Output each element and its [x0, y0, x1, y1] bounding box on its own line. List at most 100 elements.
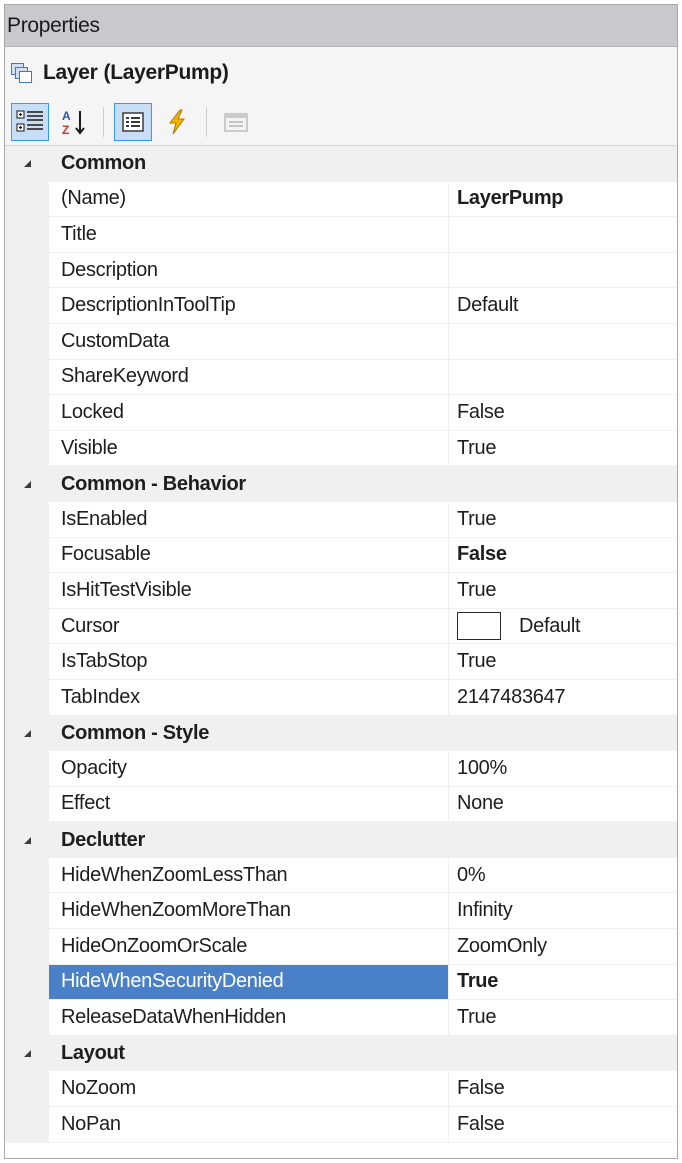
property-value[interactable]: ZoomOnly	[449, 929, 677, 965]
property-name[interactable]: HideOnZoomOrScale	[49, 929, 449, 965]
property-name[interactable]: (Name)	[49, 181, 449, 218]
property-value[interactable]: None	[449, 787, 677, 823]
property-value[interactable]: True	[449, 431, 677, 467]
property-row[interactable]: Title	[5, 217, 677, 253]
property-row[interactable]: Focusable False	[5, 537, 677, 574]
property-value[interactable]	[449, 360, 677, 396]
property-row[interactable]: IsHitTestVisible True	[5, 573, 677, 609]
categorized-button[interactable]	[11, 102, 49, 141]
property-value[interactable]: True	[449, 1000, 677, 1036]
property-name[interactable]: Cursor	[49, 608, 449, 645]
property-name[interactable]: NoPan	[49, 1107, 449, 1143]
property-name[interactable]: ReleaseDataWhenHidden	[49, 1000, 449, 1036]
property-value[interactable]: 0%	[449, 858, 677, 894]
category-header[interactable]: Layout	[5, 1035, 677, 1072]
row-gutter	[5, 644, 49, 680]
property-value-text: True	[457, 436, 497, 459]
row-gutter	[5, 501, 49, 538]
property-name[interactable]: Description	[49, 252, 449, 289]
property-name[interactable]: Title	[49, 217, 449, 253]
property-row[interactable]: Cursor Default	[5, 608, 677, 645]
property-row[interactable]: DescriptionInToolTip Default	[5, 288, 677, 324]
row-gutter	[5, 608, 49, 645]
property-name[interactable]: NoZoom	[49, 1071, 449, 1108]
property-value[interactable]: True	[449, 965, 677, 1001]
property-value[interactable]: True	[449, 644, 677, 680]
properties-icon	[122, 111, 144, 132]
property-row[interactable]: TabIndex 2147483647	[5, 679, 677, 716]
collapse-toggle-icon[interactable]	[5, 480, 49, 488]
property-name[interactable]: IsEnabled	[49, 501, 449, 538]
property-row[interactable]: NoZoom False	[5, 1071, 677, 1108]
property-value[interactable]: Default	[449, 609, 677, 645]
property-name[interactable]: HideWhenZoomMoreThan	[49, 893, 449, 930]
property-row[interactable]: CustomData	[5, 323, 677, 360]
collapse-toggle-icon[interactable]	[5, 160, 49, 168]
property-name[interactable]: Focusable	[49, 537, 449, 574]
property-row[interactable]: Effect None	[5, 786, 677, 823]
property-row[interactable]: ReleaseDataWhenHidden True	[5, 1000, 677, 1036]
property-name[interactable]: Effect	[49, 786, 449, 823]
row-gutter	[5, 1071, 49, 1108]
property-name[interactable]: CustomData	[49, 323, 449, 360]
property-name[interactable]: IsHitTestVisible	[49, 573, 449, 609]
property-row[interactable]: Description	[5, 252, 677, 289]
properties-button[interactable]	[114, 102, 152, 141]
property-row[interactable]: Opacity 100%	[5, 751, 677, 787]
property-value[interactable]: 100%	[449, 751, 677, 787]
category-header[interactable]: Common - Behavior	[5, 466, 677, 502]
property-row[interactable]: ShareKeyword	[5, 359, 677, 396]
property-value[interactable]: 2147483647	[449, 680, 677, 716]
row-gutter	[5, 786, 49, 823]
property-name[interactable]: ShareKeyword	[49, 359, 449, 396]
property-value[interactable]	[449, 324, 677, 360]
property-value[interactable]	[449, 217, 677, 253]
property-row[interactable]: Visible True	[5, 430, 677, 467]
row-gutter	[5, 1107, 49, 1143]
property-name[interactable]: HideWhenZoomLessThan	[49, 857, 449, 894]
property-row[interactable]: HideWhenZoomLessThan 0%	[5, 857, 677, 894]
property-name[interactable]: IsTabStop	[49, 644, 449, 680]
property-value[interactable]: LayerPump	[449, 182, 677, 218]
property-value[interactable]: True	[449, 573, 677, 609]
events-button[interactable]	[158, 103, 196, 141]
property-row[interactable]: HideWhenSecurityDenied True	[5, 964, 677, 1001]
collapse-toggle-icon[interactable]	[5, 1050, 49, 1058]
category-header[interactable]: Common	[5, 146, 677, 182]
category-header[interactable]: Common - Style	[5, 715, 677, 752]
property-name[interactable]: Visible	[49, 430, 449, 467]
property-value-text: True	[457, 650, 497, 673]
alphabetical-button[interactable]: A Z	[55, 103, 93, 141]
property-name[interactable]: DescriptionInToolTip	[49, 288, 449, 324]
row-gutter	[5, 430, 49, 467]
svg-text:A: A	[62, 109, 71, 123]
property-row[interactable]: NoPan False	[5, 1107, 677, 1143]
property-value[interactable]: False	[449, 1107, 677, 1143]
property-row[interactable]: HideOnZoomOrScale ZoomOnly	[5, 929, 677, 965]
property-name[interactable]: Opacity	[49, 751, 449, 787]
category-header[interactable]: Declutter	[5, 822, 677, 858]
property-row[interactable]: HideWhenZoomMoreThan Infinity	[5, 893, 677, 930]
property-name[interactable]: Locked	[49, 395, 449, 431]
property-name[interactable]: HideWhenSecurityDenied	[49, 964, 449, 1001]
property-row[interactable]: IsTabStop True	[5, 644, 677, 680]
property-value[interactable]: False	[449, 1071, 677, 1108]
property-row[interactable]: Locked False	[5, 395, 677, 431]
property-grid: Common (Name) LayerPump Title Description Des…	[5, 146, 677, 1143]
property-value[interactable]: Default	[449, 288, 677, 324]
property-name[interactable]: TabIndex	[49, 679, 449, 716]
row-gutter	[5, 537, 49, 574]
property-pages-button[interactable]	[217, 103, 255, 141]
collapse-toggle-icon[interactable]	[5, 836, 49, 844]
property-value[interactable]	[449, 253, 677, 289]
property-value[interactable]: False	[449, 395, 677, 431]
property-value-text: False	[457, 400, 505, 423]
collapse-toggle-icon[interactable]	[5, 729, 49, 737]
properties-toolbar: A Z	[5, 98, 677, 146]
property-value[interactable]: False	[449, 538, 677, 574]
property-value[interactable]: True	[449, 502, 677, 538]
property-row[interactable]: IsEnabled True	[5, 501, 677, 538]
row-gutter	[5, 893, 49, 930]
property-value[interactable]: Infinity	[449, 893, 677, 930]
property-row[interactable]: (Name) LayerPump	[5, 181, 677, 218]
